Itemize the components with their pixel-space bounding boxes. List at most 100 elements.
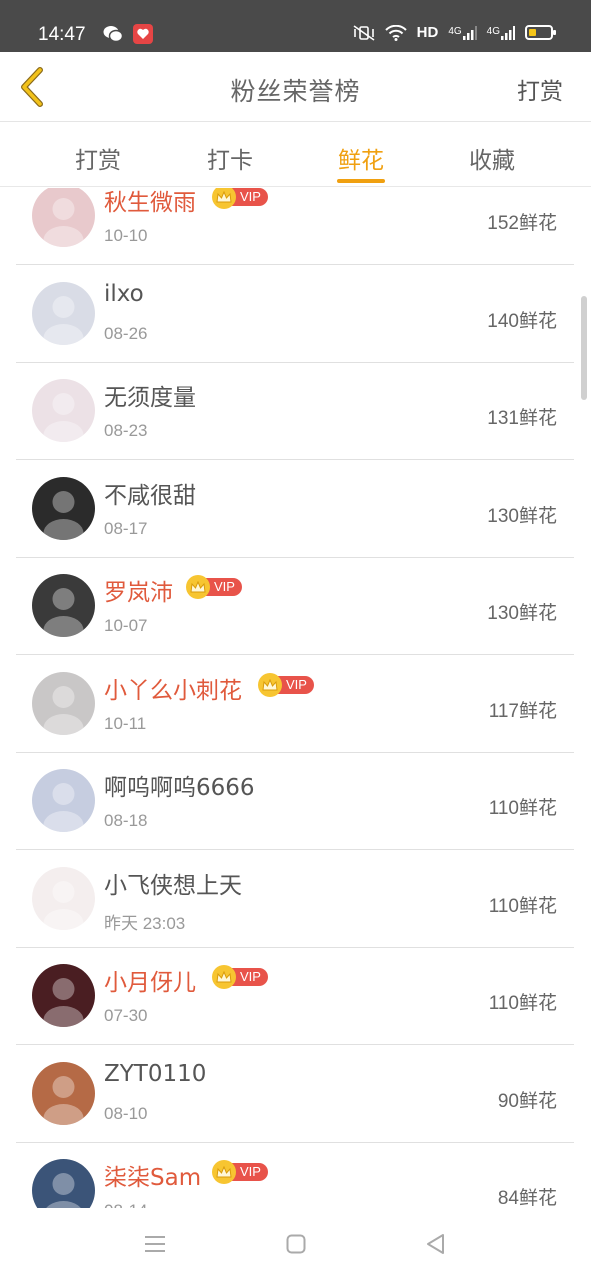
user-name[interactable]: ilxo: [104, 281, 144, 307]
battery-icon: [525, 25, 556, 40]
menu-button[interactable]: [140, 1230, 170, 1258]
notification-icons: [103, 24, 153, 44]
avatar[interactable]: [32, 281, 95, 345]
status-bar: 14:47 HD 4G 4G: [0, 0, 591, 52]
avatar[interactable]: [32, 866, 95, 930]
crown-icon: [186, 575, 210, 599]
flower-count: 90鲜花: [497, 1090, 557, 1112]
list-item[interactable]: ilxo 08-26 140鲜花: [16, 266, 574, 363]
flower-count: 110鲜花: [488, 895, 557, 917]
avatar[interactable]: [32, 188, 95, 247]
avatar-silhouette-icon: [43, 978, 84, 1027]
page-title: 粉丝荣誉榜: [230, 77, 361, 106]
avatar[interactable]: [32, 1061, 95, 1125]
wifi-icon: [384, 24, 407, 41]
list-item[interactable]: 啊呜啊呜6666 08-18 110鲜花: [16, 753, 574, 850]
vip-badge: VIP: [186, 575, 242, 599]
flower-count: 84鲜花: [497, 1188, 557, 1208]
flower-count: 140鲜花: [487, 310, 557, 332]
last-active-date: 08-17: [104, 518, 148, 538]
flower-count: 130鲜花: [487, 603, 557, 624]
avatar[interactable]: [32, 574, 95, 637]
tab-flowers[interactable]: 鲜花: [316, 141, 406, 175]
avatar[interactable]: [32, 671, 95, 735]
signal-bars-icon: [501, 25, 515, 40]
avatar-silhouette-icon: [46, 1173, 81, 1208]
tab-reward[interactable]: 打赏: [53, 141, 143, 175]
avatar[interactable]: [32, 476, 95, 540]
last-active-date: 10-07: [104, 616, 148, 635]
flower-count: 117鲜花: [488, 700, 557, 722]
avatar[interactable]: [32, 379, 95, 442]
list-item[interactable]: 不咸很甜 08-17 130鲜花: [16, 461, 574, 558]
back-triangle-icon: [427, 1234, 444, 1254]
flower-count: 152鲜花: [487, 213, 557, 234]
hd-indicator: HD: [416, 24, 439, 41]
user-name[interactable]: 秋生微雨: [104, 188, 196, 217]
avatar-silhouette-icon: [43, 880, 84, 930]
list-item[interactable]: 无须度量 08-23 131鲜花: [16, 363, 574, 460]
user-name[interactable]: 小丫么小刺花: [104, 671, 242, 705]
crown-icon: [212, 1160, 236, 1184]
last-active-date: 08-18: [104, 811, 148, 830]
last-active-date: 昨天 23:03: [104, 913, 186, 933]
last-active-date: 08-23: [104, 421, 148, 440]
crown-icon: [212, 965, 236, 989]
signal-1-label: 4G: [448, 25, 462, 37]
status-right-icons: HD 4G 4G: [353, 24, 556, 41]
avatar-silhouette-icon: [43, 783, 84, 832]
list-item[interactable]: ZYT0110 08-10 90鲜花: [16, 1046, 574, 1143]
list-item[interactable]: 小飞侠想上天昨天 23:03 110鲜花: [16, 851, 574, 948]
list-item[interactable]: 罗岚沛 VIP 10-07 130鲜花: [16, 558, 574, 655]
avatar[interactable]: [32, 964, 95, 1027]
avatar[interactable]: [32, 1159, 95, 1208]
user-name[interactable]: 啊呜啊呜6666: [104, 768, 255, 802]
avatar[interactable]: [32, 769, 95, 832]
avatar-silhouette-icon: [43, 1075, 84, 1125]
menu-icon: [145, 1236, 165, 1252]
battery-level: [529, 29, 536, 36]
scrollbar[interactable]: [581, 296, 587, 400]
avatar-silhouette-icon: [43, 295, 84, 345]
avatar-silhouette-icon: [43, 588, 84, 637]
last-active-date: 08-14: [104, 1201, 147, 1208]
back-nav-button[interactable]: [420, 1230, 450, 1258]
tab-favorites[interactable]: 收藏: [447, 141, 537, 175]
flower-count: 131鲜花: [487, 408, 557, 429]
avatar-silhouette-icon: [43, 685, 84, 735]
reward-button[interactable]: 打赏: [517, 72, 563, 106]
home-square-icon: [286, 1234, 306, 1254]
user-name[interactable]: 罗岚沛: [104, 573, 173, 607]
vip-badge: VIP: [212, 188, 268, 209]
avatar-silhouette-icon: [43, 490, 84, 540]
user-name[interactable]: 无须度量: [104, 378, 196, 412]
fan-ranking-list[interactable]: 秋生微雨 VIP 10-10 152鲜花 ilxo 08-26 140鲜花无须度量 08-23…: [0, 188, 591, 1208]
home-button[interactable]: [281, 1230, 311, 1258]
list-item[interactable]: 柒柒Sam VIP 08-14 84鲜花: [16, 1143, 574, 1208]
user-name[interactable]: 柒柒Sam: [104, 1158, 201, 1192]
list-item[interactable]: 小丫么小刺花 VIP 10-11 117鲜花: [16, 656, 574, 753]
wechat-icon: [103, 26, 123, 43]
last-active-date: 08-10: [104, 1103, 148, 1123]
tab-checkin[interactable]: 打卡: [185, 141, 275, 175]
last-active-date: 10-11: [104, 713, 147, 733]
vip-badge: VIP: [258, 672, 314, 697]
tab-active-indicator: [337, 179, 385, 183]
flower-count: 110鲜花: [488, 993, 557, 1014]
list-item[interactable]: 小月伢儿 VIP 07-30 110鲜花: [16, 948, 574, 1045]
signal-1: 4G: [448, 25, 477, 40]
user-name[interactable]: 不咸很甜: [104, 476, 196, 510]
list-item[interactable]: 秋生微雨 VIP 10-10 152鲜花: [16, 188, 574, 265]
mute-vibrate-icon: [353, 24, 375, 41]
vip-badge: VIP: [212, 1160, 268, 1184]
vip-badge: VIP: [212, 965, 268, 989]
user-name[interactable]: 小月伢儿: [104, 963, 196, 997]
last-active-date: 10-10: [104, 226, 148, 245]
signal-2: 4G: [487, 25, 515, 40]
signal-bars-icon: [462, 25, 477, 40]
tab-bar: 打赏 打卡 鲜花 收藏: [0, 123, 591, 187]
flower-count: 110鲜花: [488, 798, 557, 819]
user-name[interactable]: ZYT0110: [104, 1061, 206, 1087]
avatar-silhouette-icon: [43, 393, 84, 442]
user-name[interactable]: 小飞侠想上天: [104, 866, 242, 900]
